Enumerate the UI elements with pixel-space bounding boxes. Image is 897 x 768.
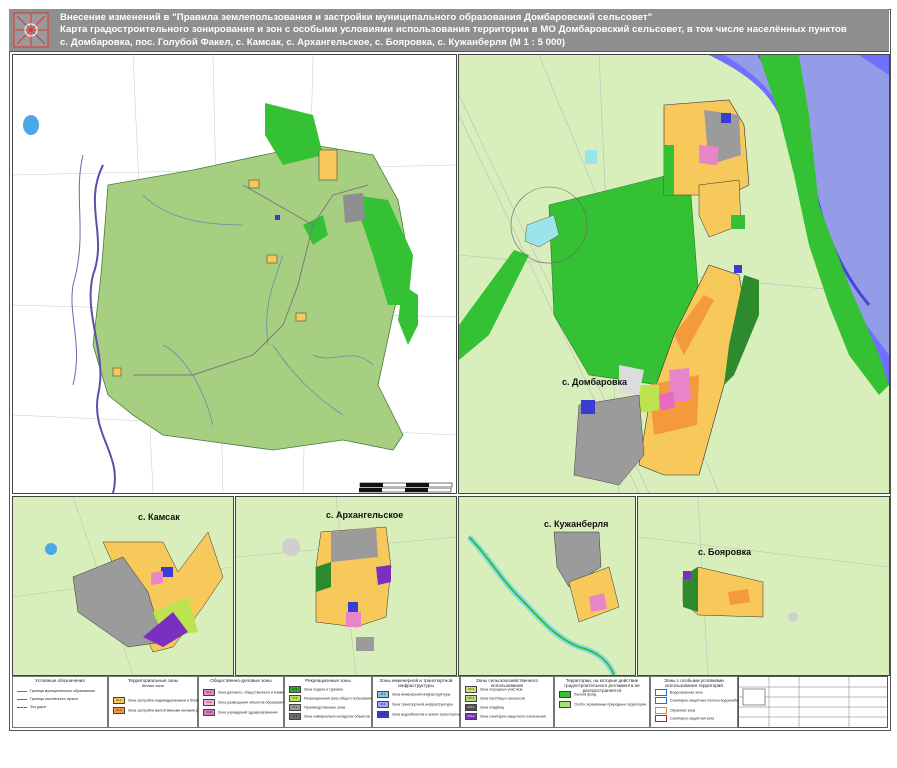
legend: Условные обозначения Граница муниципальн… [12, 676, 888, 728]
legend-conventional-heading: Условные обозначения [35, 678, 85, 683]
title-line-3: с. Домбаровка, пос. Голубой Факел, с. Ка… [60, 37, 566, 48]
legend-conventional-item: Граница населенного пункта [17, 697, 78, 701]
legend-recreation-item: П-2 Зона коммунально-складских объектов [289, 713, 370, 720]
lake-icon [23, 115, 39, 135]
inset-kamsak[interactable]: с. Камсак [12, 496, 234, 676]
scale-bar [358, 481, 453, 493]
legend-restricted-item: Водоохранная зона [655, 689, 703, 696]
legend-restricted-heading: Зоны с особыми условиями использования т… [664, 678, 724, 688]
legend-restricted: Зоны с особыми условиями использования т… [650, 676, 760, 728]
legend-special-item: Лесной фонд [559, 691, 596, 698]
legend-territorial: Территориальные зоны Жилые зоны Ж-1 Зона … [108, 676, 247, 728]
detail-map-panel[interactable]: с. Домбаровка [458, 54, 890, 494]
label-kamsak: с. Камсак [138, 512, 180, 522]
title-block-stamp [738, 676, 888, 728]
legend-agricultural-item: СН-1 Зона кладбищ [465, 704, 504, 711]
legend-recreation-item: Р-1 Зона отдыха и туризма [289, 686, 343, 693]
legend-public-item: О-3 Зона учреждений здравоохранения [203, 709, 277, 716]
legend-public-heading: Общественно-деловые зоны [210, 678, 272, 683]
title-line-2: Карта градостроительного зонирования и з… [60, 24, 847, 35]
legend-special: Территории, на которые действие градостр… [554, 676, 650, 728]
legend-territorial-subheading: Жилые зоны [141, 684, 165, 688]
inset-boyarovka[interactable]: с. Бояровка [637, 496, 890, 676]
detail-map-canvas [459, 55, 889, 493]
legend-restricted-item: Охранная зона [655, 707, 695, 714]
label-dombarovka: с. Домбаровка [562, 377, 628, 387]
legend-recreation-heading: Рекреационные зоны [305, 678, 351, 683]
legend-engineering-item: И-1 Зона инженерной инфраструктуры [377, 691, 450, 698]
legend-public: Общественно-деловые зоны О-1 Зона деловог… [198, 676, 319, 728]
legend-recreation-item: П-1 Производственные зоны [289, 704, 345, 711]
overview-map-canvas [13, 55, 456, 493]
legend-special-item: Особо охраняемые природные территории [559, 701, 646, 708]
inset-kuzhanberlya[interactable]: с. Кужанберля [458, 496, 636, 676]
legend-agricultural-item: СН-2 Зона санитарно-защитного озеленения [465, 713, 546, 720]
legend-engineering-item: И-2 Зона транспортной инфраструктуры [377, 701, 453, 708]
overview-map-panel[interactable] [12, 54, 457, 494]
label-arkhangelskoe: с. Архангельское [326, 510, 404, 520]
legend-recreation-item: Р-2 Рекреационная зона общего пользования [289, 695, 374, 702]
inset-kamsak-canvas [13, 497, 233, 675]
inset-arkhangelskoe[interactable]: с. Архангельское [235, 496, 457, 676]
label-kuzhanberlya: с. Кужанберля [544, 519, 609, 529]
municipal-territory [92, 144, 409, 451]
legend-restricted-item: Санитарно-защитная зона [655, 715, 714, 722]
label-boyarovka: с. Бояровка [698, 547, 752, 557]
legend-agricultural: Зоны сельскохозяйственного использования… [460, 676, 554, 728]
legend-recreation: Рекреационные зоны Р-1 Зона отдыха и тури… [284, 676, 374, 728]
inset-boyarovka-canvas [638, 497, 889, 675]
title-line-1: Внесение изменений в "Правила землепольз… [60, 12, 653, 23]
legend-conventional: Условные обозначения Граница муниципальн… [12, 676, 108, 728]
legend-agricultural-item: СХ-2 Зона пастбищ и сенокосов [465, 695, 525, 702]
legend-agricultural-item: СХ-1 Зона огородных участков [465, 686, 522, 693]
legend-conventional-item: Зоо дорог [17, 705, 47, 709]
inset-arkhangelskoe-canvas [236, 497, 456, 675]
compass-logo-icon [13, 12, 49, 48]
legend-engineering-heading: Зоны инженерной и транспортной инфрастру… [379, 678, 453, 688]
legend-engineering: Зоны инженерной и транспортной инфрастру… [372, 676, 491, 728]
legend-conventional-item: Граница муниципального образования [17, 689, 95, 693]
